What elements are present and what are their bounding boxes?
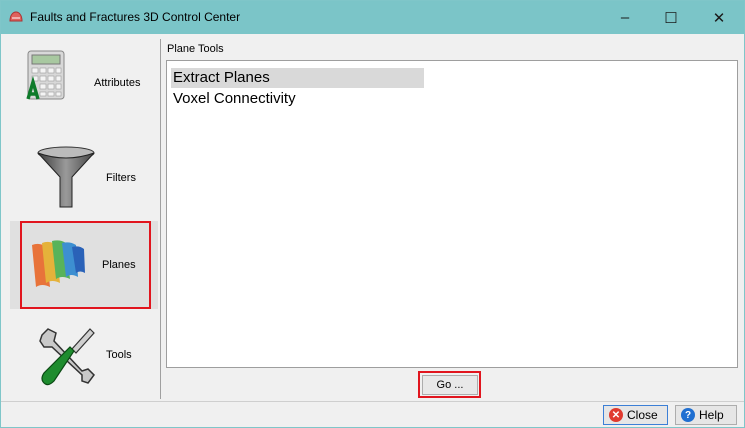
window-title: Faults and Fractures 3D Control Center: [30, 10, 241, 24]
footer-divider: [1, 401, 744, 402]
sidebar-item-tools[interactable]: Tools: [10, 311, 158, 399]
title-bar[interactable]: Faults and Fractures 3D Control Center –…: [1, 1, 744, 34]
sidebar-item-attributes[interactable]: Attributes: [10, 39, 158, 127]
help-button-label: Help: [699, 408, 724, 422]
sidebar: Attributes Filters Planes Tools: [10, 39, 158, 399]
funnel-icon: [37, 146, 95, 208]
minimize-button[interactable]: –: [602, 1, 648, 34]
close-icon: ✕: [609, 408, 623, 422]
sidebar-item-filters[interactable]: Filters: [10, 129, 158, 217]
panel-title: Plane Tools: [167, 43, 224, 55]
sidebar-item-label: Filters: [106, 172, 136, 184]
sidebar-item-label: Tools: [106, 349, 132, 361]
maximize-button[interactable]: ☐: [648, 1, 694, 34]
control-center-window: Faults and Fractures 3D Control Center –…: [0, 0, 745, 428]
app-icon: [9, 11, 23, 22]
list-item[interactable]: Voxel Connectivity: [171, 89, 296, 109]
help-button[interactable]: ? Help: [675, 405, 737, 425]
highlight-frame-planes: [20, 221, 151, 309]
close-window-button[interactable]: ✕: [696, 1, 742, 34]
help-icon: ?: [681, 408, 695, 422]
highlight-frame-go: [418, 371, 481, 398]
sidebar-item-label: Attributes: [94, 77, 141, 89]
divider: [160, 39, 161, 399]
close-button-label: Close: [627, 408, 658, 422]
plane-tools-list[interactable]: Extract Planes Voxel Connectivity: [166, 60, 738, 368]
list-item[interactable]: Extract Planes: [171, 68, 424, 88]
wrench-screwdriver-icon: [39, 328, 95, 386]
calculator-icon: [26, 50, 65, 100]
close-button[interactable]: ✕ Close: [603, 405, 668, 425]
